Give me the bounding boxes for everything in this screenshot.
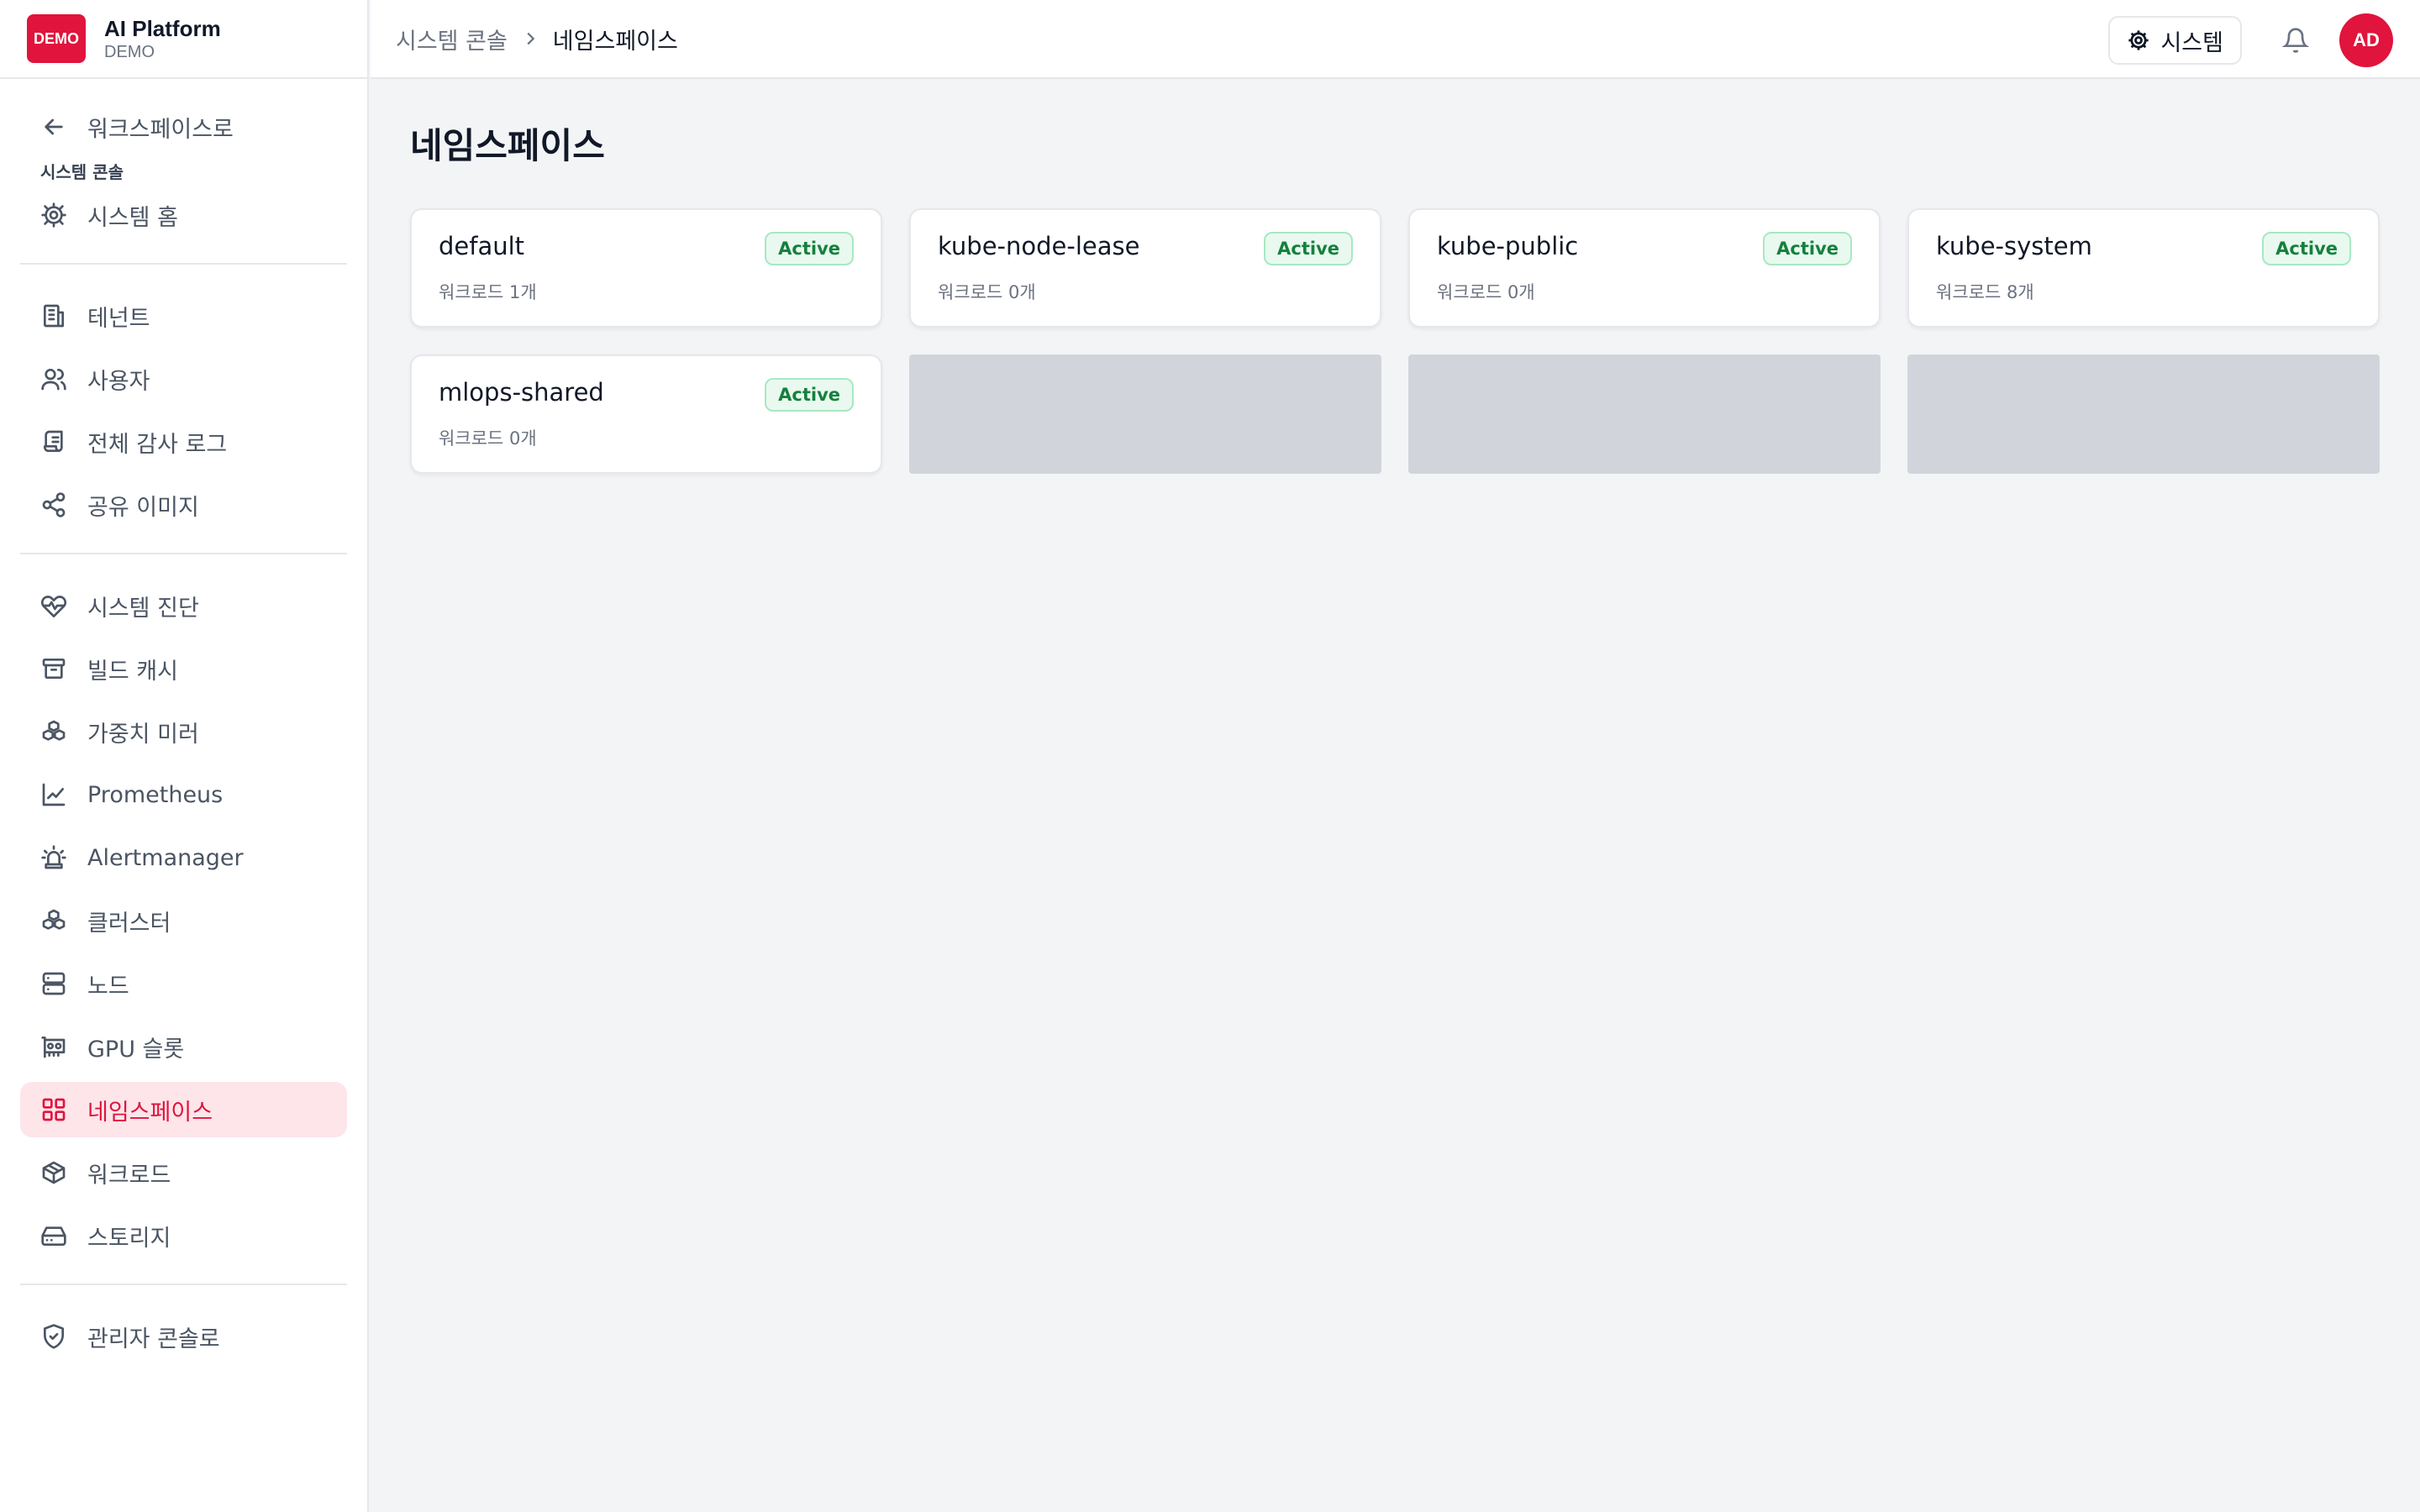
- namespace-card[interactable]: kube-public Active 워크로드 0개: [1408, 208, 1881, 328]
- heart-pulse-icon: [39, 591, 69, 621]
- sidebar-item-system-home[interactable]: 시스템 홈: [20, 187, 347, 243]
- boxes-icon: [39, 906, 69, 936]
- status-badge: Active: [765, 232, 854, 265]
- sidebar-item-namespaces[interactable]: 네임스페이스: [20, 1082, 347, 1137]
- namespace-card[interactable]: kube-node-lease Active 워크로드 0개: [909, 208, 1381, 328]
- sidebar-item-label: 관리자 콘솔로: [87, 1326, 220, 1352]
- namespace-name: default: [439, 232, 525, 260]
- sidebar-item-label: 스토리지: [87, 1225, 171, 1252]
- namespace-name: kube-system: [1936, 232, 2092, 260]
- sidebar-item-label: 워크로드: [87, 1162, 171, 1189]
- sidebar-item-label: 가중치 미러: [87, 721, 199, 748]
- gear-icon: [39, 200, 69, 230]
- sidebar-item-nodes[interactable]: 노드: [20, 956, 347, 1011]
- namespace-name: mlops-shared: [439, 378, 604, 407]
- share-icon: [39, 490, 69, 520]
- namespace-card[interactable]: mlops-shared Active 워크로드 0개: [410, 354, 882, 474]
- package-icon: [39, 1158, 69, 1188]
- sidebar-item-tenants[interactable]: 테넌트: [20, 288, 347, 344]
- gpu-icon: [39, 1032, 69, 1062]
- page-title: 네임스페이스: [410, 125, 605, 166]
- sidebar-item-gpu-slots[interactable]: GPU 슬롯: [20, 1019, 347, 1074]
- line-chart-icon: [39, 780, 69, 810]
- brand-logo: DEMO: [27, 14, 86, 63]
- sidebar-item-label: Prometheus: [87, 781, 224, 808]
- shield-check-icon: [39, 1321, 69, 1352]
- breadcrumb-system-console[interactable]: 시스템 콘솔: [396, 23, 508, 55]
- namespace-card[interactable]: kube-system Active 워크로드 8개: [1907, 208, 2380, 328]
- users-icon: [39, 364, 69, 394]
- sidebar: DEMO AI Platform DEMO 워크스페이스로 시스템 콘솔 시스템…: [0, 0, 369, 1512]
- sidebar-item-label: 시스템 진단: [87, 595, 199, 622]
- sidebar-item-label: GPU 슬롯: [87, 1036, 185, 1063]
- workload-count: 워크로드 0개: [938, 282, 1036, 302]
- sidebar-item-users[interactable]: 사용자: [20, 351, 347, 407]
- divider: [20, 553, 347, 554]
- sidebar-item-audit-log[interactable]: 전체 감사 로그: [20, 414, 347, 470]
- sidebar-item-admin-console[interactable]: 관리자 콘솔로: [20, 1309, 347, 1364]
- system-button-label: 시스템: [2160, 29, 2223, 56]
- arrow-left-icon: [39, 112, 69, 142]
- bell-icon[interactable]: [2277, 22, 2314, 59]
- system-button[interactable]: 시스템: [2108, 16, 2242, 65]
- namespace-name: kube-public: [1437, 232, 1579, 260]
- sidebar-item-weight-mirror[interactable]: 가중치 미러: [20, 704, 347, 759]
- grid-icon: [39, 1095, 69, 1125]
- sidebar-item-alertmanager[interactable]: Alertmanager: [20, 830, 347, 885]
- hard-drive-icon: [39, 1221, 69, 1251]
- sidebar-item-label: 시스템 홈: [87, 204, 178, 231]
- namespace-grid: default Active 워크로드 1개 kube-node-lease A…: [410, 208, 2380, 474]
- sidebar-item-label: 테넌트: [87, 305, 150, 332]
- sidebar-item-label: 워크스페이스로: [87, 116, 234, 143]
- sidebar-item-system-diagnostics[interactable]: 시스템 진단: [20, 578, 347, 633]
- breadcrumb-current: 네임스페이스: [552, 28, 678, 55]
- divider: [20, 263, 347, 265]
- top-bar: 시스템 콘솔 네임스페이스 시스템 AD: [371, 0, 2420, 79]
- sidebar-nav: 워크스페이스로 시스템 콘솔 시스템 홈 테넌트 사용자 전체 감사 로그 공유…: [20, 99, 347, 1372]
- gear-icon: [2128, 30, 2149, 50]
- back-to-workspace-link[interactable]: 워크스페이스로: [20, 99, 347, 155]
- brand-sub: DEMO: [104, 43, 155, 61]
- workload-count: 워크로드 0개: [1437, 282, 1535, 302]
- namespace-card[interactable]: default Active 워크로드 1개: [410, 208, 882, 328]
- status-badge: Active: [1264, 232, 1353, 265]
- sidebar-item-label: 빌드 캐시: [87, 658, 178, 685]
- brand[interactable]: DEMO AI Platform DEMO: [0, 0, 367, 79]
- sidebar-item-label: 사용자: [87, 368, 150, 395]
- server-icon: [39, 969, 69, 999]
- loading-placeholder: [1907, 354, 2380, 474]
- sidebar-item-build-cache[interactable]: 빌드 캐시: [20, 641, 347, 696]
- boxes-icon: [39, 717, 69, 747]
- status-badge: Active: [2262, 232, 2351, 265]
- section-label: 시스템 콘솔: [40, 162, 124, 182]
- avatar[interactable]: AD: [2339, 13, 2393, 67]
- status-badge: Active: [1763, 232, 1852, 265]
- namespace-name: kube-node-lease: [938, 232, 1140, 260]
- sidebar-item-workloads[interactable]: 워크로드: [20, 1145, 347, 1200]
- sidebar-item-storage[interactable]: 스토리지: [20, 1208, 347, 1263]
- archive-icon: [39, 654, 69, 684]
- sidebar-item-label: 전체 감사 로그: [87, 431, 228, 458]
- loading-placeholder: [1408, 354, 1881, 474]
- sidebar-item-label: 공유 이미지: [87, 494, 199, 521]
- divider: [20, 1284, 347, 1285]
- siren-icon: [39, 843, 69, 873]
- workload-count: 워크로드 0개: [439, 428, 537, 449]
- brand-name: AI Platform: [104, 16, 221, 41]
- sidebar-item-label: 클러스터: [87, 910, 171, 937]
- sidebar-item-prometheus[interactable]: Prometheus: [20, 767, 347, 822]
- building-icon: [39, 301, 69, 331]
- sidebar-item-shared-images[interactable]: 공유 이미지: [20, 477, 347, 533]
- sidebar-item-label: 노드: [87, 973, 129, 1000]
- loading-placeholder: [909, 354, 1381, 474]
- sidebar-item-clusters[interactable]: 클러스터: [20, 893, 347, 948]
- workload-count: 워크로드 1개: [439, 282, 537, 302]
- scroll-icon: [39, 427, 69, 457]
- chevron-right-icon: [521, 29, 539, 48]
- sidebar-item-label: 네임스페이스: [87, 1099, 213, 1126]
- workload-count: 워크로드 8개: [1936, 282, 2034, 302]
- sidebar-item-label: Alertmanager: [87, 844, 244, 871]
- status-badge: Active: [765, 378, 854, 412]
